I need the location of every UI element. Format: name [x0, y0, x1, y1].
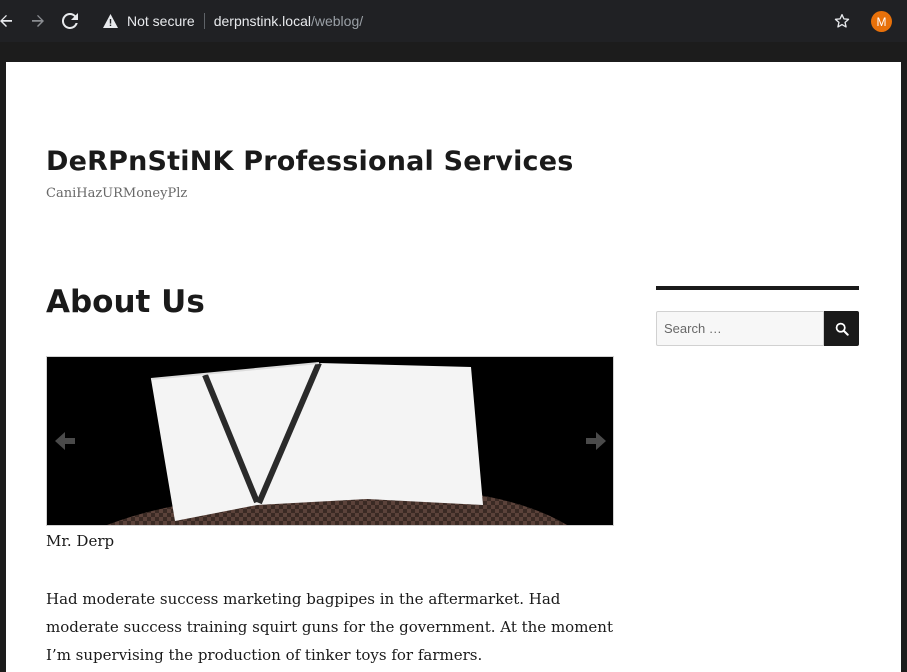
reload-icon	[62, 13, 78, 29]
page-title: About Us	[46, 284, 205, 320]
widget-divider	[656, 286, 859, 290]
slider-next-button[interactable]	[584, 429, 608, 453]
browser-toolbar: Not secure derpnstink.local/weblog/ M	[0, 0, 907, 42]
address-bar[interactable]: Not secure derpnstink.local/weblog/	[92, 5, 868, 37]
back-button[interactable]	[0, 11, 16, 31]
security-label[interactable]: Not secure	[127, 13, 195, 29]
bookmark-button[interactable]	[832, 11, 852, 31]
url-path[interactable]: /weblog/	[311, 13, 363, 29]
forward-icon	[32, 15, 44, 27]
search-input[interactable]	[656, 311, 824, 346]
image-slider[interactable]	[46, 356, 614, 526]
search-form	[656, 311, 859, 346]
search-icon	[835, 322, 849, 336]
search-button[interactable]	[824, 311, 859, 346]
profile-avatar[interactable]: M	[871, 11, 892, 32]
web-page: DeRPnStiNK Professional Services CaniHaz…	[6, 62, 901, 672]
back-icon	[0, 15, 12, 27]
forward-button[interactable]	[28, 11, 48, 31]
slide-caption: Mr. Derp	[46, 532, 115, 550]
url-host[interactable]: derpnstink.local	[214, 13, 311, 29]
chrome-gap	[0, 42, 907, 62]
site-description: CaniHazURMoneyPlz	[46, 186, 188, 201]
slider-prev-button[interactable]	[53, 429, 77, 453]
site-title[interactable]: DeRPnStiNK Professional Services	[46, 146, 574, 177]
address-separator	[203, 13, 205, 29]
warning-icon[interactable]	[102, 13, 118, 29]
arrow-right-icon	[586, 432, 606, 450]
arrow-left-icon	[55, 432, 75, 450]
page-body-text: Had moderate success marketing bagpipes …	[46, 590, 613, 664]
slide-image	[47, 357, 613, 525]
reload-button[interactable]	[60, 11, 80, 31]
star-icon	[834, 14, 850, 28]
